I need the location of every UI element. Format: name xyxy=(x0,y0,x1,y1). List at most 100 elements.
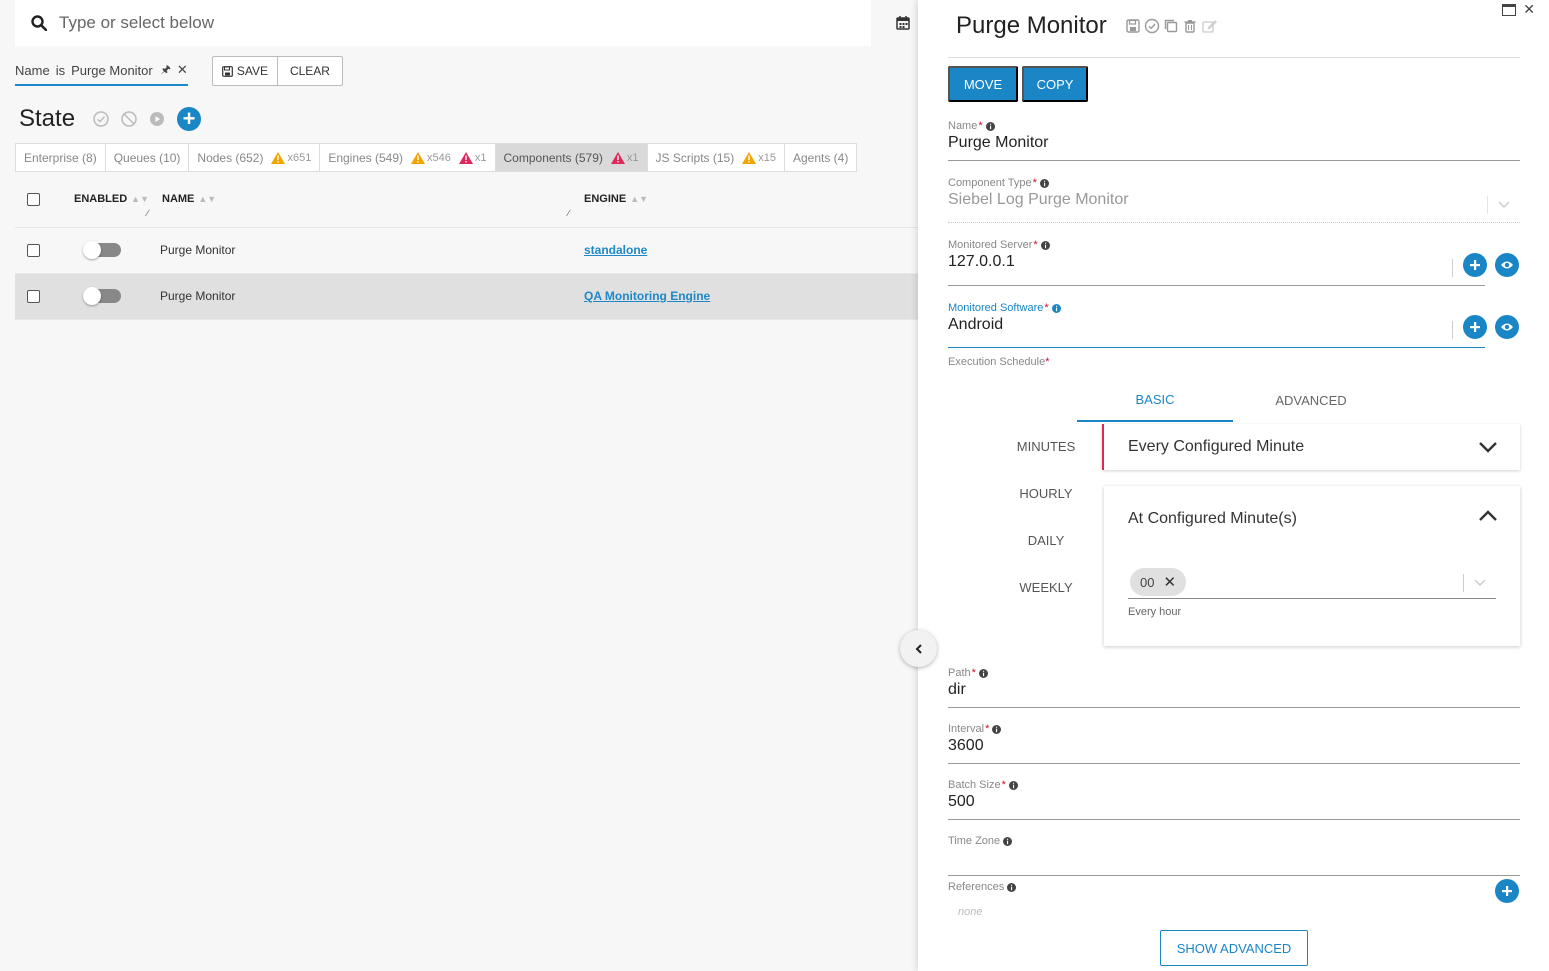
left-pane: Name is Purge Monitor 🖈 ✕ SAVE CLEAR Sta… xyxy=(0,0,920,971)
eye-icon xyxy=(1501,323,1513,331)
time-zone-input[interactable] xyxy=(948,849,1520,871)
row-engine-link[interactable]: standalone xyxy=(584,243,647,257)
warning-badge: x651 xyxy=(271,151,311,164)
enabled-toggle[interactable] xyxy=(83,287,121,305)
warning-badge: x546 xyxy=(411,151,451,164)
row-checkbox[interactable] xyxy=(27,244,40,257)
monitored-server-field[interactable]: Monitored Server * 127.0.0.1 xyxy=(948,239,1485,286)
collapse-panel-button[interactable] xyxy=(900,630,937,667)
pin-icon[interactable]: 🖈 xyxy=(161,61,171,80)
filter-operator: is xyxy=(55,62,66,78)
enabled-toggle[interactable] xyxy=(83,241,121,259)
schedule-minutes[interactable]: MINUTES xyxy=(996,439,1096,454)
tab-queues[interactable]: Queues (10) xyxy=(106,144,190,171)
schedule-hourly[interactable]: HOURLY xyxy=(996,486,1096,501)
info-icon xyxy=(978,668,988,678)
add-software-button[interactable] xyxy=(1463,315,1487,339)
component-type-value: Siebel Log Purge Monitor xyxy=(948,191,1129,208)
row-name: Purge Monitor xyxy=(160,243,236,257)
duplicate-icon[interactable] xyxy=(1163,18,1179,34)
monitored-server-value[interactable]: 127.0.0.1 xyxy=(948,253,1485,275)
detail-panel: ✕ Purge Monitor MOVE COPY Name * Purge Mo… xyxy=(918,0,1549,971)
interval-input[interactable]: 3600 xyxy=(948,737,1520,759)
name-field[interactable]: Name * Purge Monitor xyxy=(948,120,1520,161)
name-input[interactable]: Purge Monitor xyxy=(948,134,1520,156)
schedule-label: Execution Schedule* xyxy=(948,356,1050,368)
tab-components[interactable]: Components (579) x1 xyxy=(495,144,648,171)
filter-field: Name xyxy=(15,62,50,78)
table-row[interactable]: Purge Monitor QA Monitoring Engine xyxy=(15,274,920,320)
search-input[interactable] xyxy=(59,13,759,33)
window-controls: ✕ xyxy=(1502,1,1535,18)
minute-chip[interactable]: 00 ✕ xyxy=(1130,568,1187,596)
alert-badge: x1 xyxy=(458,151,487,164)
tab-js-scripts[interactable]: JS Scripts (15) x15 xyxy=(648,144,785,171)
entity-tabs: Enterprise (8) Queues (10) Nodes (652) x… xyxy=(15,143,858,172)
alert-icon xyxy=(458,151,473,164)
trash-icon[interactable] xyxy=(1182,18,1198,34)
view-software-button[interactable] xyxy=(1495,315,1519,339)
add-icon[interactable]: + xyxy=(177,107,202,131)
filter-chip[interactable]: Name is Purge Monitor 🖈 ✕ xyxy=(15,56,188,86)
maximize-icon[interactable] xyxy=(1502,3,1517,16)
resize-handle[interactable]: ∕ xyxy=(568,208,570,218)
disable-icon[interactable] xyxy=(121,111,137,127)
path-field[interactable]: Path * dir xyxy=(948,667,1520,708)
schedule-daily[interactable]: DAILY xyxy=(996,533,1096,548)
calendar-icon[interactable] xyxy=(895,15,911,31)
clear-filter-button[interactable]: CLEAR xyxy=(277,56,343,86)
search-bar[interactable] xyxy=(15,0,871,46)
column-enabled[interactable]: ENABLED ▲▼ xyxy=(74,193,149,205)
close-icon[interactable]: ✕ xyxy=(1523,1,1535,18)
save-icon[interactable] xyxy=(1125,18,1141,34)
show-advanced-button[interactable]: SHOW ADVANCED xyxy=(1160,930,1308,966)
interval-field[interactable]: Interval * 3600 xyxy=(948,723,1520,764)
tab-nodes[interactable]: Nodes (652) x651 xyxy=(189,144,321,171)
select-all-checkbox[interactable] xyxy=(27,193,40,206)
move-button[interactable]: MOVE xyxy=(948,66,1018,102)
add-server-button[interactable] xyxy=(1463,253,1487,277)
schedule-mode-dropdown[interactable]: Every Configured Minute xyxy=(1102,424,1520,470)
save-filter-button[interactable]: SAVE xyxy=(211,56,278,86)
tab-basic[interactable]: BASIC xyxy=(1077,378,1233,422)
view-server-button[interactable] xyxy=(1495,253,1519,277)
add-reference-button[interactable] xyxy=(1495,879,1519,903)
check-circle-icon[interactable] xyxy=(93,111,109,127)
chevron-up-icon[interactable] xyxy=(1478,510,1498,522)
check-circle-icon[interactable] xyxy=(1144,18,1160,34)
row-engine-link[interactable]: QA Monitoring Engine xyxy=(584,289,710,303)
copy-button[interactable]: COPY xyxy=(1022,66,1088,102)
row-checkbox[interactable] xyxy=(27,290,40,303)
edit-icon[interactable] xyxy=(1201,18,1217,34)
save-filter-label: SAVE xyxy=(236,64,268,78)
search-icon xyxy=(31,15,47,31)
resize-handle[interactable]: ∕ xyxy=(147,208,149,218)
sort-icon: ▲▼ xyxy=(198,194,217,204)
monitored-software-value[interactable]: Android xyxy=(948,316,1485,338)
column-engine[interactable]: ENGINE ▲▼ xyxy=(584,193,648,205)
warning-badge: x15 xyxy=(742,151,776,164)
tab-engines[interactable]: Engines (549) x546 x1 xyxy=(320,144,496,171)
tab-enterprise[interactable]: Enterprise (8) xyxy=(16,144,106,171)
column-name[interactable]: NAME ▲▼ xyxy=(162,193,216,205)
path-input[interactable]: dir xyxy=(948,681,1520,703)
state-title: State xyxy=(19,105,76,132)
tab-agents[interactable]: Agents (4) xyxy=(785,144,856,171)
card-title: At Configured Minute(s) xyxy=(1128,510,1297,527)
remove-chip-icon[interactable]: ✕ xyxy=(1163,573,1176,591)
warning-icon xyxy=(411,151,426,164)
batch-size-field[interactable]: Batch Size * 500 xyxy=(948,779,1520,820)
minutes-select[interactable]: 00 ✕ xyxy=(1128,566,1496,599)
play-circle-icon[interactable] xyxy=(149,111,165,127)
warning-icon xyxy=(742,151,757,164)
header-divider xyxy=(948,57,1520,58)
plus-icon xyxy=(1470,322,1480,332)
schedule-weekly[interactable]: WEEKLY xyxy=(996,580,1096,595)
batch-size-input[interactable]: 500 xyxy=(948,793,1520,815)
monitored-software-field[interactable]: Monitored Software * Android xyxy=(948,302,1485,348)
tab-advanced[interactable]: ADVANCED xyxy=(1233,378,1389,422)
remove-filter-icon[interactable]: ✕ xyxy=(177,62,188,78)
time-zone-field[interactable]: Time Zone xyxy=(948,835,1520,876)
filter-row: Name is Purge Monitor 🖈 ✕ SAVE CLEAR xyxy=(15,56,343,86)
table-row[interactable]: Purge Monitor standalone xyxy=(15,228,920,274)
